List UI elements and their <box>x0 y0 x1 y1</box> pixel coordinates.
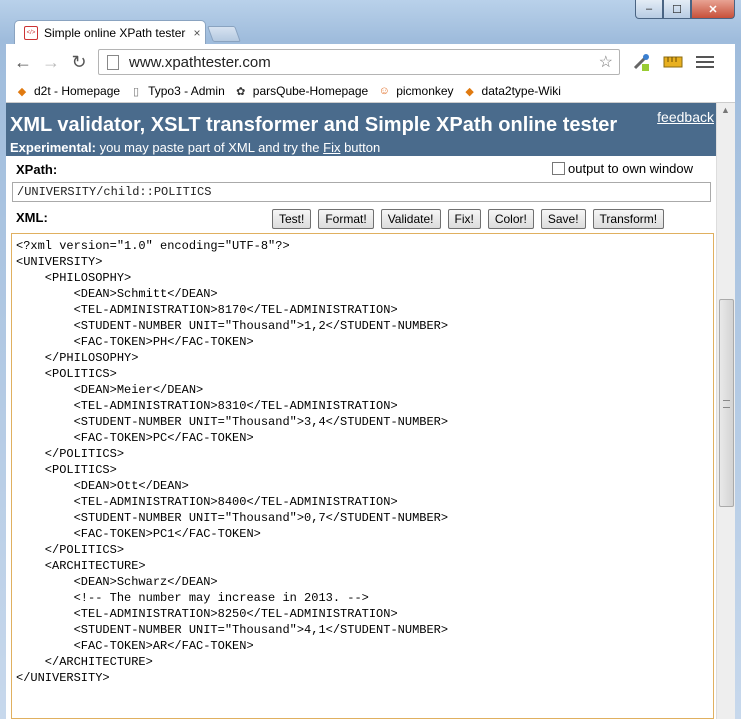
new-tab-button[interactable] <box>207 26 241 42</box>
xml-line: </UNIVERSITY> <box>16 671 110 685</box>
fix-link[interactable]: Fix <box>323 140 340 155</box>
xml-line: <STUDENT-NUMBER UNIT="Thousand">4,1</STU… <box>16 623 449 637</box>
xml-line: <UNIVERSITY> <box>16 255 103 269</box>
xml-line: <FAC-TOKEN>PH</FAC-TOKEN> <box>16 335 254 349</box>
chrome-menu-icon[interactable] <box>696 56 714 68</box>
page-scrollbar[interactable]: ▲ <box>716 103 735 719</box>
d2t-icon: ◆ <box>17 85 27 98</box>
experimental-tail: button <box>340 140 381 155</box>
xml-line: <DEAN>Meier</DEAN> <box>16 383 204 397</box>
browser-tab[interactable]: </> Simple online XPath tester × <box>14 20 206 45</box>
xml-line: </PHILOSOPHY> <box>16 351 139 365</box>
xml-line: <TEL-ADMINISTRATION>8250</TEL-ADMINISTRA… <box>16 607 398 621</box>
address-url[interactable]: www.xpathtester.com <box>129 54 599 71</box>
xml-line: <FAC-TOKEN>AR</FAC-TOKEN> <box>16 639 254 653</box>
format-button[interactable]: Format! <box>318 209 374 229</box>
own-window-option[interactable]: output to own window <box>552 161 693 176</box>
page-icon: ▯ <box>133 85 140 98</box>
scroll-grip-icon <box>723 400 730 408</box>
own-window-label: output to own window <box>568 161 694 176</box>
xml-line: <TEL-ADMINISTRATION>8310</TEL-ADMINISTRA… <box>16 399 398 413</box>
site-banner: XML validator, XSLT transformer and Simp… <box>6 103 716 156</box>
xml-line: <STUDENT-NUMBER UNIT="Thousand">0,7</STU… <box>16 511 449 525</box>
xml-line: <DEAN>Ott</DEAN> <box>16 479 189 493</box>
extension-ruler-icon[interactable] <box>662 52 684 72</box>
minimize-button[interactable]: – <box>635 0 663 19</box>
xml-textarea[interactable]: <?xml version="1.0" encoding="UTF-8"?> <… <box>11 233 714 719</box>
xml-line: </ARCHITECTURE> <box>16 655 153 669</box>
xml-line: <!-- The number may increase in 2013. --… <box>16 591 369 605</box>
xml-line: <STUDENT-NUMBER UNIT="Thousand">3,4</STU… <box>16 415 449 429</box>
color-button[interactable]: Color! <box>487 209 534 229</box>
xml-line: <DEAN>Schmitt</DEAN> <box>16 287 218 301</box>
xml-line: </POLITICS> <box>16 543 125 557</box>
back-button[interactable]: ← <box>12 51 34 73</box>
xpath-input[interactable]: /UNIVERSITY/child::POLITICS <box>12 182 711 202</box>
xml-favicon-icon: </> <box>24 26 38 40</box>
tab-title: Simple online XPath tester <box>44 26 186 40</box>
address-bar[interactable]: www.xpathtester.com ☆ <box>98 49 620 75</box>
bookmark-label: Typo3 - Admin <box>148 84 225 98</box>
forward-button[interactable]: → <box>40 51 62 73</box>
validate-button[interactable]: Validate! <box>380 209 441 229</box>
xml-line: <DEAN>Schwarz</DEAN> <box>16 575 218 589</box>
tab-close-icon[interactable]: × <box>189 26 205 40</box>
xpath-label: XPath: <box>16 162 58 177</box>
transform-button[interactable]: Transform! <box>592 209 665 229</box>
experimental-note: Experimental: you may paste part of XML … <box>10 140 380 155</box>
xml-line: <TEL-ADMINISTRATION>8170</TEL-ADMINISTRA… <box>16 303 398 317</box>
browser-toolbar: ← → ↻ www.xpathtester.com ☆ <box>6 44 735 80</box>
xml-label: XML: <box>16 210 48 225</box>
window-controls: – ☐ ✕ <box>635 0 735 19</box>
xml-line: <PHILOSOPHY> <box>16 271 132 285</box>
experimental-text: you may paste part of XML and try the <box>95 140 324 155</box>
bookmark-item[interactable]: ✿ parsQube-Homepage <box>235 84 368 98</box>
xml-line: <STUDENT-NUMBER UNIT="Thousand">1,2</STU… <box>16 319 449 333</box>
scroll-up-icon[interactable]: ▲ <box>721 105 730 115</box>
bookmark-item[interactable]: ◆ d2t - Homepage <box>16 84 120 98</box>
xml-line: <FAC-TOKEN>PC1</FAC-TOKEN> <box>16 527 261 541</box>
page-icon <box>107 54 119 70</box>
parsqube-icon: ✿ <box>236 85 246 98</box>
bookmark-item[interactable]: ◆ data2type-Wiki <box>464 84 561 98</box>
page-content: XML validator, XSLT transformer and Simp… <box>6 103 735 719</box>
action-buttons: Test! Format! Validate! Fix! Color! Save… <box>272 209 665 229</box>
bookmark-label: parsQube-Homepage <box>252 84 369 98</box>
bookmark-label: d2t - Homepage <box>34 84 121 98</box>
xml-line: <FAC-TOKEN>PC</FAC-TOKEN> <box>16 431 254 445</box>
d2t-icon: ◆ <box>465 85 474 98</box>
bookmark-item[interactable]: ▯ Typo3 - Admin <box>130 84 225 98</box>
reload-button[interactable]: ↻ <box>68 51 90 73</box>
feedback-link[interactable]: feedback <box>657 109 714 125</box>
own-window-checkbox[interactable] <box>552 162 565 175</box>
xml-line: </POLITICS> <box>16 447 125 461</box>
bookmark-item[interactable]: ☺ picmonkey <box>378 84 454 98</box>
bookmark-star-icon[interactable]: ☆ <box>599 52 613 72</box>
maximize-button[interactable]: ☐ <box>663 0 691 19</box>
extension-dropper-icon[interactable] <box>630 52 652 72</box>
xml-line: <POLITICS> <box>16 463 117 477</box>
fix-button[interactable]: Fix! <box>447 209 481 229</box>
bookmarks-bar: ◆ d2t - Homepage ▯ Typo3 - Admin ✿ parsQ… <box>6 80 735 103</box>
xml-line: <POLITICS> <box>16 367 117 381</box>
experimental-label: Experimental: <box>10 140 96 155</box>
xml-line: <?xml version="1.0" encoding="UTF-8"?> <box>16 239 290 253</box>
picmonkey-icon: ☺ <box>378 85 390 97</box>
xml-line: <TEL-ADMINISTRATION>8400</TEL-ADMINISTRA… <box>16 495 398 509</box>
browser-window: – ☐ ✕ </> Simple online XPath tester × ←… <box>0 0 741 719</box>
scrollbar-thumb[interactable] <box>719 299 734 507</box>
close-window-button[interactable]: ✕ <box>691 0 735 19</box>
save-button[interactable]: Save! <box>540 209 586 229</box>
xml-line: <ARCHITECTURE> <box>16 559 146 573</box>
bookmark-label: data2type-Wiki <box>481 84 561 98</box>
page-title: XML validator, XSLT transformer and Simp… <box>10 114 618 136</box>
bookmark-label: picmonkey <box>396 84 454 98</box>
test-button[interactable]: Test! <box>272 209 312 229</box>
